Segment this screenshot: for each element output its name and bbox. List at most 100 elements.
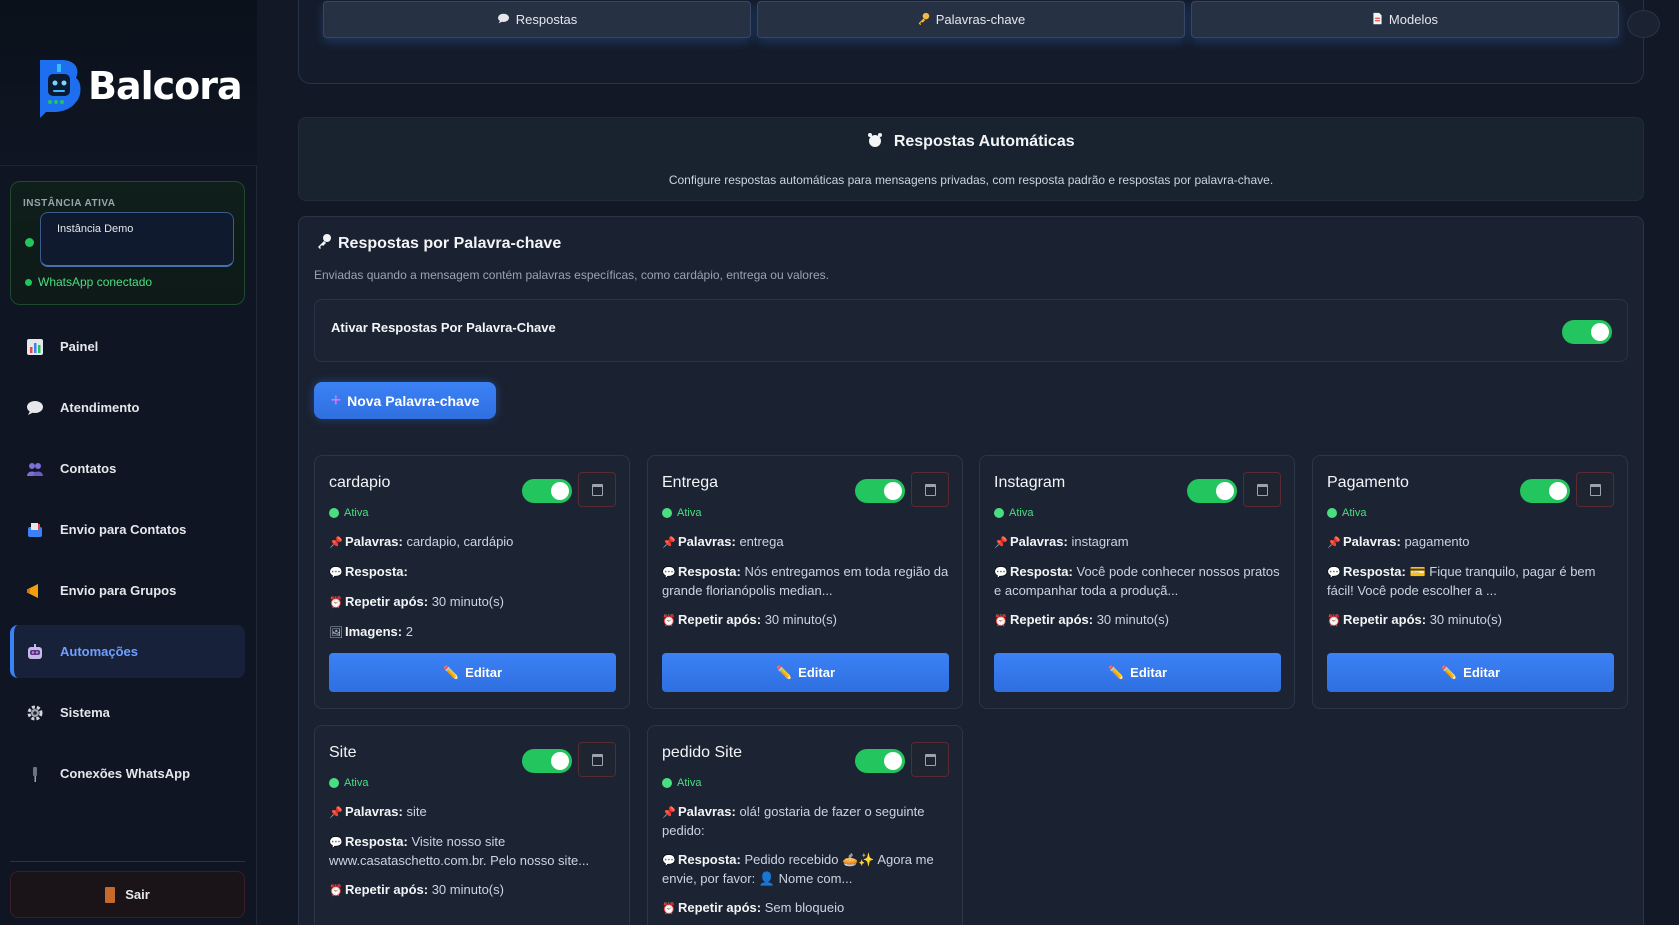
- delete-button[interactable]: [911, 742, 949, 777]
- section-title-text: Respostas por Palavra-chave: [338, 234, 562, 252]
- keyword-name: Site: [329, 744, 357, 761]
- sidebar-item-sistema[interactable]: Sistema: [10, 686, 245, 739]
- keyword-name: cardapio: [329, 474, 391, 491]
- speech-bubble-icon: 💬: [994, 567, 1008, 579]
- instance-panel: INSTÂNCIA ATIVA Instância Demo WhatsApp …: [10, 181, 245, 305]
- delete-button[interactable]: [1576, 472, 1614, 507]
- keyword-toggle[interactable]: [855, 479, 905, 503]
- status-badge: Ativa: [329, 777, 368, 789]
- page-subtitle: Configure respostas automáticas para men…: [668, 173, 1274, 187]
- delete-button[interactable]: [1243, 472, 1281, 507]
- status-text: Ativa: [344, 507, 369, 519]
- megaphone-icon: [24, 580, 46, 602]
- field-label: Palavras:: [678, 534, 736, 549]
- speech-bubble-icon: 💬: [329, 837, 343, 849]
- status-badge: Ativa: [662, 777, 701, 789]
- keyword-responses-toggle[interactable]: [1562, 320, 1612, 344]
- status-text: Ativa: [1342, 507, 1367, 519]
- connected-dot-icon: [25, 278, 32, 286]
- field-value: cardapio, cardápio: [406, 534, 514, 549]
- sidebar-item-envio-grupos[interactable]: Envio para Grupos: [10, 564, 245, 617]
- keyword-card: Pagamento Ativa 📌 Palavras: pagamento 💬 Re…: [1312, 455, 1628, 709]
- status-badge: Ativa: [662, 507, 701, 519]
- key-icon: [917, 12, 930, 28]
- edit-button[interactable]: ✏️ Editar: [994, 653, 1281, 692]
- tab-label: Palavras-chave: [935, 12, 1026, 27]
- trash-icon: [591, 483, 603, 496]
- sidebar-item-label: Painel: [60, 339, 99, 354]
- keyword-toggle[interactable]: [1187, 479, 1237, 503]
- sidebar-item-label: Envio para Contatos: [60, 522, 187, 537]
- new-keyword-button[interactable]: + Nova Palavra-chave: [314, 382, 496, 419]
- tab-respostas[interactable]: Respostas: [323, 1, 751, 38]
- alarm-clock-icon: ⏰: [662, 615, 676, 627]
- edit-label: Editar: [1130, 665, 1168, 680]
- whatsapp-status-text: WhatsApp conectado: [38, 275, 153, 289]
- active-dot-icon: [329, 778, 339, 788]
- delete-button[interactable]: [578, 472, 616, 507]
- sidebar-nav: Painel Atendimento Contatos Envio para C…: [10, 320, 245, 808]
- section-description: Enviadas quando a mensagem contém palavr…: [314, 268, 829, 282]
- tab-palavras-chave[interactable]: Palavras-chave: [757, 1, 1185, 38]
- scroll-round-button[interactable]: [1627, 10, 1660, 38]
- plus-icon: +: [330, 390, 342, 410]
- gear-icon: [24, 702, 46, 724]
- field-label: Repetir após:: [678, 900, 762, 915]
- keyword-name: Entrega: [662, 474, 719, 491]
- sidebar-item-atendimento[interactable]: Atendimento: [10, 381, 245, 434]
- trash-icon: [1256, 483, 1268, 496]
- tab-label: Respostas: [515, 12, 578, 27]
- field-value: 30 minuto(s): [1096, 612, 1169, 627]
- sidebar-item-contatos[interactable]: Contatos: [10, 442, 245, 495]
- alarm-clock-icon: ⏰: [994, 615, 1008, 627]
- active-dot-icon: [329, 508, 339, 518]
- field-value: 30 minuto(s): [764, 612, 837, 627]
- pencil-icon: ✏️: [1107, 664, 1125, 680]
- field-label: Repetir após:: [678, 612, 762, 627]
- sidebar-item-automacoes[interactable]: Automações: [10, 625, 245, 678]
- field-label: Palavras:: [345, 804, 403, 819]
- field-label: Resposta:: [678, 564, 741, 579]
- logo-area: Balcora: [0, 0, 257, 166]
- section-title: Respostas por Palavra-chave: [316, 233, 561, 254]
- field-label: Palavras:: [345, 534, 403, 549]
- keyword-images: 🖼 Imagens: 2: [329, 623, 617, 642]
- field-value: 2: [405, 624, 413, 639]
- pencil-icon: ✏️: [775, 664, 793, 680]
- keyword-toggle[interactable]: [522, 479, 572, 503]
- key-icon: [316, 233, 332, 254]
- edit-button[interactable]: ✏️ Editar: [662, 653, 949, 692]
- speech-bubble-icon: 💬: [329, 567, 343, 579]
- field-value: entrega: [739, 534, 784, 549]
- active-dot-icon: [662, 778, 672, 788]
- keyword-words: 📌 Palavras: pagamento: [1327, 533, 1615, 552]
- pin-icon: 📌: [662, 807, 676, 819]
- active-dot-icon: [994, 508, 1004, 518]
- chart-icon: [24, 336, 46, 358]
- instance-select[interactable]: Instância Demo: [40, 212, 234, 267]
- delete-button[interactable]: [578, 742, 616, 777]
- sidebar-item-painel[interactable]: Painel: [10, 320, 245, 373]
- image-icon: 🖼: [329, 627, 343, 639]
- speech-bubble-icon: [497, 12, 510, 27]
- edit-button[interactable]: ✏️ Editar: [1327, 653, 1614, 692]
- field-label: Resposta:: [1010, 564, 1073, 579]
- status-text: Ativa: [677, 777, 702, 789]
- delete-button[interactable]: [911, 472, 949, 507]
- logout-button[interactable]: Sair: [10, 871, 245, 918]
- status-text: Ativa: [1009, 507, 1034, 519]
- sidebar-item-label: Conexões WhatsApp: [60, 766, 191, 781]
- keyword-repeat: ⏰ Repetir após: 30 minuto(s): [329, 593, 617, 612]
- keyword-toggle[interactable]: [522, 749, 572, 773]
- edit-button[interactable]: ✏️ Editar: [329, 653, 616, 692]
- keyword-repeat: ⏰ Repetir após: Sem bloqueio: [662, 899, 950, 918]
- sidebar-item-conexoes[interactable]: Conexões WhatsApp: [10, 747, 245, 800]
- keyword-response: 💬 Resposta: Visite nosso site www.casatas…: [329, 833, 617, 870]
- keyword-repeat: ⏰ Repetir após: 30 minuto(s): [662, 611, 950, 630]
- tab-modelos[interactable]: Modelos: [1191, 1, 1619, 38]
- trash-icon: [924, 483, 936, 496]
- field-label: Resposta:: [345, 834, 408, 849]
- keyword-toggle[interactable]: [855, 749, 905, 773]
- sidebar-item-envio-contatos[interactable]: Envio para Contatos: [10, 503, 245, 556]
- keyword-toggle[interactable]: [1520, 479, 1570, 503]
